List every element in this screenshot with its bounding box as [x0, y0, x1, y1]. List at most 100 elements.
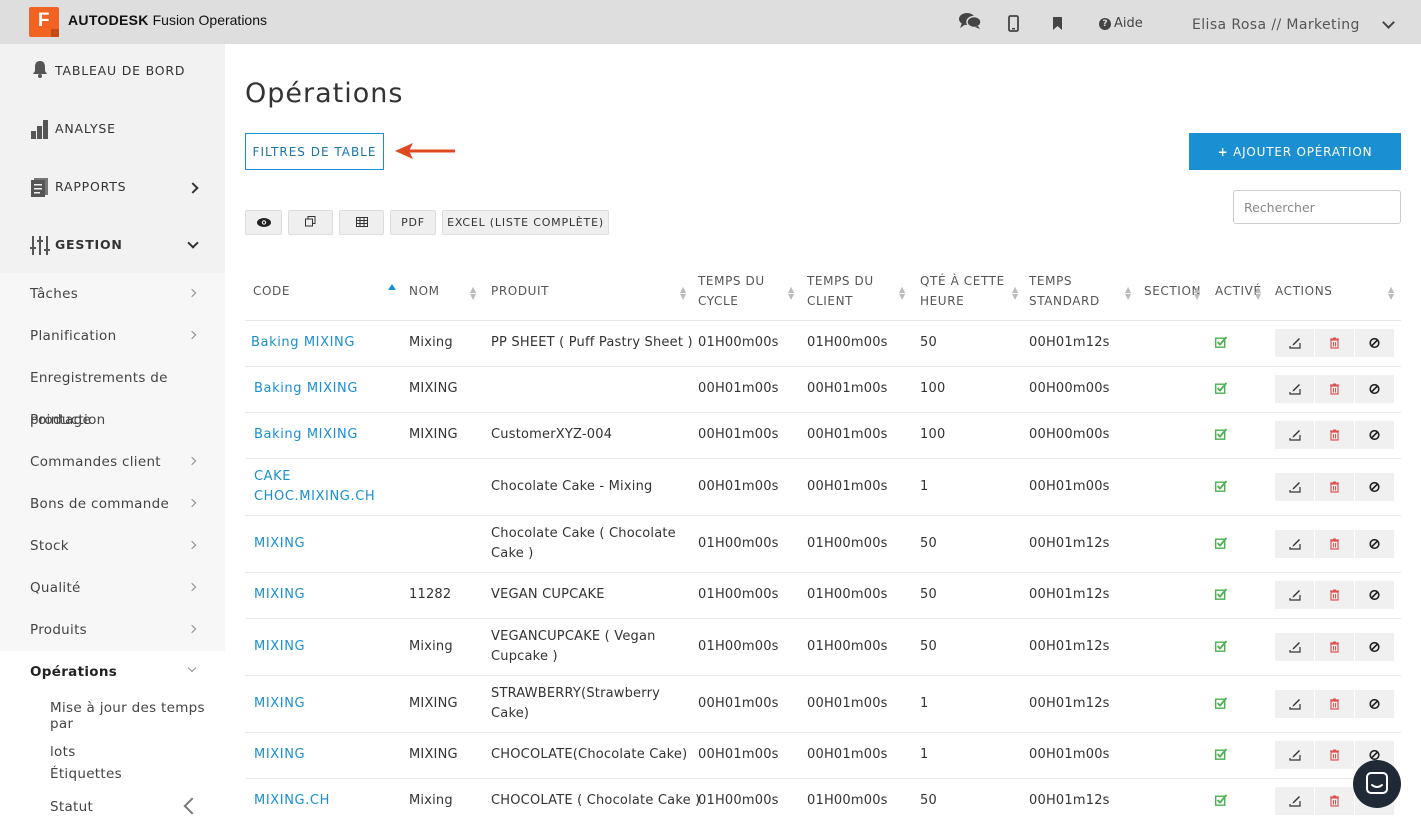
add-operation-button[interactable]: + AJOUTER OPÉRATION — [1189, 133, 1401, 170]
operation-code-link[interactable]: Baking MIXING — [254, 379, 358, 399]
operation-code-link[interactable]: CAKE CHOC.MIXING.CH — [254, 467, 375, 507]
deactivate-button[interactable] — [1355, 375, 1394, 403]
edit-button[interactable] — [1275, 530, 1314, 558]
pdf-button[interactable]: PDF — [390, 210, 436, 235]
edit-button[interactable] — [1275, 741, 1314, 769]
header-section[interactable]: SECTION — [1144, 281, 1201, 301]
header-temps-client[interactable]: TEMPS DU CLIENT — [807, 271, 874, 311]
sort-icon: ▲ ▼ — [1012, 285, 1019, 301]
edit-icon — [1289, 699, 1301, 710]
header-produit[interactable]: PRODUIT — [491, 281, 549, 301]
header-temps-standard[interactable]: TEMPS STANDARD — [1029, 271, 1100, 311]
sidebar-item-operations[interactable]: Opérations — [0, 651, 225, 693]
delete-button[interactable] — [1315, 329, 1354, 357]
sidebar-item-mise-a-jour[interactable]: Mise à jour des temps par lots — [50, 700, 225, 772]
deactivate-button[interactable] — [1355, 421, 1394, 449]
bookmark-icon[interactable] — [1052, 17, 1063, 30]
delete-button[interactable] — [1315, 473, 1354, 501]
sidebar-item-statut[interactable]: Statut — [50, 799, 93, 815]
edit-icon — [1289, 430, 1301, 441]
edit-button[interactable] — [1275, 787, 1314, 815]
sidebar-item-bons-de-commande[interactable]: Bons de commande — [0, 483, 225, 525]
operation-code-link[interactable]: Baking MIXING — [254, 425, 358, 445]
edit-button[interactable] — [1275, 581, 1314, 609]
cell-client-time: 01H00m00s — [807, 335, 888, 350]
delete-button[interactable] — [1315, 741, 1354, 769]
operation-code-link[interactable]: MIXING — [254, 585, 305, 605]
sidebar-item-enregistrements[interactable]: Enregistrements de production Pointage — [0, 357, 225, 441]
table-filters-button[interactable]: FILTRES DE TABLE — [245, 133, 384, 170]
cell-client-time: 00H01m00s — [807, 696, 888, 711]
operation-code-link[interactable]: MIXING — [254, 637, 305, 657]
sidebar-item-analyse[interactable]: ANALYSE — [0, 102, 225, 160]
sidebar-item-commandes-client[interactable]: Commandes client — [0, 441, 225, 483]
trash-icon — [1330, 641, 1339, 653]
delete-button[interactable] — [1315, 633, 1354, 661]
cell-client-time: 00H01m00s — [807, 381, 888, 396]
deactivate-button[interactable] — [1355, 581, 1394, 609]
cell-cycle-time: 01H00m00s — [698, 587, 779, 602]
edit-button[interactable] — [1275, 421, 1314, 449]
copy-button[interactable] — [288, 210, 333, 235]
search-input[interactable] — [1233, 190, 1401, 224]
active-check-icon — [1215, 794, 1227, 806]
cell-quantity: 100 — [920, 381, 946, 396]
operation-code-link[interactable]: MIXING — [254, 745, 305, 765]
delete-button[interactable] — [1315, 690, 1354, 718]
delete-button[interactable] — [1315, 581, 1354, 609]
sidebar-item-taches[interactable]: Tâches — [0, 273, 225, 315]
cell-nom: MIXING — [409, 696, 458, 711]
chat-bubbles-icon[interactable] — [958, 12, 982, 30]
deactivate-button[interactable] — [1355, 473, 1394, 501]
edit-button[interactable] — [1275, 329, 1314, 357]
sidebar-item-planification[interactable]: Planification — [0, 315, 225, 357]
sort-icon: ▲ ▼ — [1388, 285, 1395, 301]
autodesk-logo-icon[interactable]: F — [29, 7, 59, 37]
delete-button[interactable] — [1315, 421, 1354, 449]
help-link[interactable]: ? Aide — [1099, 16, 1143, 31]
excel-button[interactable]: EXCEL (LISTE COMPLÈTE) — [442, 210, 609, 235]
header-temps-cycle[interactable]: TEMPS DU CYCLE — [698, 271, 765, 311]
chevron-down-icon — [187, 663, 197, 673]
chat-launcher-button[interactable] — [1353, 760, 1401, 808]
cell-cycle-time: 01H00m00s — [698, 793, 779, 808]
column-visibility-button[interactable] — [245, 210, 282, 235]
deactivate-button[interactable] — [1355, 633, 1394, 661]
user-menu[interactable]: Elisa Rosa // Marketing — [1192, 17, 1360, 33]
edit-button[interactable] — [1275, 375, 1314, 403]
header-nom[interactable]: NOM — [409, 281, 440, 301]
header-code[interactable]: CODE — [253, 281, 290, 301]
delete-button[interactable] — [1315, 787, 1354, 815]
header-qte[interactable]: QTÉ À CETTE HEURE — [920, 271, 1005, 311]
sidebar-item-rapports[interactable]: RAPPORTS — [0, 160, 225, 218]
operation-code-link[interactable]: MIXING.CH — [254, 791, 330, 811]
csv-button[interactable] — [339, 210, 384, 235]
sort-asc-icon — [388, 284, 396, 290]
deactivate-button[interactable] — [1355, 690, 1394, 718]
mobile-icon[interactable] — [1008, 15, 1019, 32]
edit-icon — [1289, 796, 1301, 807]
trash-icon — [1330, 538, 1339, 550]
help-icon: ? — [1099, 18, 1111, 30]
operation-code-link[interactable]: Baking MIXING — [251, 333, 355, 353]
edit-button[interactable] — [1275, 690, 1314, 718]
sidebar-item-qualite[interactable]: Qualité — [0, 567, 225, 609]
delete-button[interactable] — [1315, 375, 1354, 403]
edit-button[interactable] — [1275, 633, 1314, 661]
sidebar-item-tableau-de-bord[interactable]: TABLEAU DE BORD — [0, 44, 225, 102]
active-check-icon — [1215, 748, 1227, 760]
chevron-down-icon — [187, 237, 199, 249]
sidebar-item-produits[interactable]: Produits — [0, 609, 225, 651]
operation-code-link[interactable]: MIXING — [254, 694, 305, 714]
sidebar-item-etiquettes[interactable]: Étiquettes — [50, 766, 122, 782]
operation-code-link[interactable]: MIXING — [254, 534, 305, 554]
deactivate-button[interactable] — [1355, 329, 1394, 357]
chevron-down-icon[interactable] — [1382, 16, 1395, 29]
deactivate-button[interactable] — [1355, 530, 1394, 558]
delete-button[interactable] — [1315, 530, 1354, 558]
cell-quantity: 100 — [920, 427, 946, 442]
cell-produit: CHOCOLATE ( Chocolate Cake ) — [491, 793, 701, 808]
sidebar-item-gestion[interactable]: GESTION — [0, 218, 225, 276]
edit-button[interactable] — [1275, 473, 1314, 501]
sidebar-item-stock[interactable]: Stock — [0, 525, 225, 567]
